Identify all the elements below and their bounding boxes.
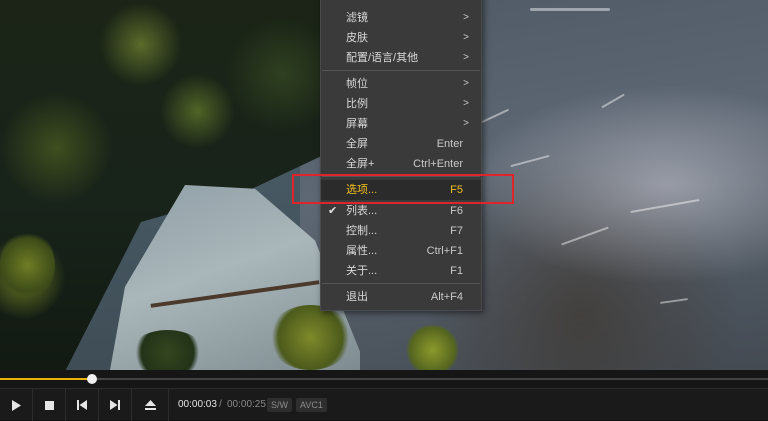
- menu-item-label: 退出: [346, 291, 368, 303]
- next-button[interactable]: [99, 389, 131, 421]
- menu-item-about[interactable]: 关于... F1: [321, 261, 481, 281]
- submenu-arrow-icon: >: [463, 78, 469, 89]
- submenu-arrow-icon: >: [463, 32, 469, 43]
- menu-item-shortcut: F6: [450, 205, 463, 217]
- seek-bar[interactable]: [0, 370, 768, 388]
- menu-item-label: 列表...: [346, 205, 378, 217]
- menu-item-label: 屏幕: [346, 118, 368, 130]
- submenu-arrow-icon: >: [463, 118, 469, 129]
- tree: [268, 305, 353, 370]
- seek-progress: [0, 378, 93, 380]
- menu-item-ratio[interactable]: 比例 >: [321, 94, 481, 114]
- eject-icon: [144, 400, 156, 410]
- menu-item-playlist[interactable]: ✔ 列表... F6: [321, 201, 481, 221]
- submenu-arrow-icon: >: [463, 98, 469, 109]
- play-button[interactable]: [0, 389, 32, 421]
- menu-separator: [322, 70, 480, 71]
- control-divider: [131, 389, 132, 421]
- menu-item-exit[interactable]: 退出 Alt+F4: [321, 287, 481, 307]
- codec-badge[interactable]: AVC1: [296, 398, 327, 412]
- current-time: 00:00:03: [178, 399, 217, 410]
- tree: [0, 230, 55, 300]
- menu-item-label: 控制...: [346, 225, 378, 237]
- check-icon: ✔: [328, 205, 338, 217]
- menu-item-shortcut: F1: [450, 265, 463, 277]
- menu-item-shortcut: F7: [450, 225, 463, 237]
- control-divider: [168, 389, 169, 421]
- menu-item-label: 全屏+: [346, 158, 375, 170]
- menu-item-label: 配置/语言/其他: [346, 52, 419, 64]
- menu-item-label: 属性...: [346, 245, 378, 257]
- submenu-arrow-icon: >: [463, 52, 469, 63]
- menu-item-label: 全屏: [346, 138, 368, 150]
- menu-item-skin[interactable]: 皮肤 >: [321, 28, 481, 48]
- menu-item-control[interactable]: 控制... F7: [321, 221, 481, 241]
- menu-item-shortcut: Alt+F4: [430, 291, 463, 303]
- control-bar: 00:00:03 / 00:00:25 S/W AVC1: [0, 388, 768, 421]
- menu-item-label: 关于...: [346, 265, 378, 277]
- menu-item-shortcut: Ctrl+Enter: [413, 158, 463, 170]
- tree: [130, 330, 205, 370]
- menu-item-properties[interactable]: 属性... Ctrl+F1: [321, 241, 481, 261]
- menu-item-shortcut: Enter: [436, 138, 463, 150]
- seek-handle[interactable]: [87, 374, 98, 384]
- decoder-badge[interactable]: S/W: [267, 398, 292, 412]
- menu-item-config[interactable]: 配置/语言/其他 >: [321, 48, 481, 68]
- menu-item-filter[interactable]: 滤镜 >: [321, 8, 481, 28]
- highlight-annotation-box: [292, 174, 514, 204]
- context-menu: 滤镜 > 皮肤 > 配置/语言/其他 > 帧位 > 比例 > 屏幕 > 全屏 E…: [320, 0, 482, 311]
- menu-item-fullscreen-plus[interactable]: 全屏+ Ctrl+Enter: [321, 154, 481, 174]
- eject-button[interactable]: [134, 389, 166, 421]
- menu-item-label: 比例: [346, 98, 368, 110]
- menu-item-label: 皮肤: [346, 32, 368, 44]
- time-separator: /: [219, 399, 222, 410]
- menu-item-screen[interactable]: 屏幕 >: [321, 114, 481, 134]
- previous-button[interactable]: [66, 389, 98, 421]
- previous-icon: [77, 400, 87, 410]
- menu-item-label: 滤镜: [346, 12, 368, 24]
- next-icon: [110, 400, 120, 410]
- tree: [405, 325, 460, 370]
- menu-item-shortcut: Ctrl+F1: [426, 245, 463, 257]
- submenu-arrow-icon: >: [463, 12, 469, 23]
- menu-item-fullscreen[interactable]: 全屏 Enter: [321, 134, 481, 154]
- seek-track[interactable]: [0, 378, 768, 380]
- menu-item-partial[interactable]: [321, 0, 481, 6]
- play-icon: [12, 399, 21, 411]
- stop-icon: [44, 400, 54, 410]
- menu-item-frame[interactable]: 帧位 >: [321, 74, 481, 94]
- menu-separator: [322, 283, 480, 284]
- menu-item-label: 帧位: [346, 78, 368, 90]
- stop-button[interactable]: [33, 389, 65, 421]
- total-time: 00:00:25: [227, 399, 266, 410]
